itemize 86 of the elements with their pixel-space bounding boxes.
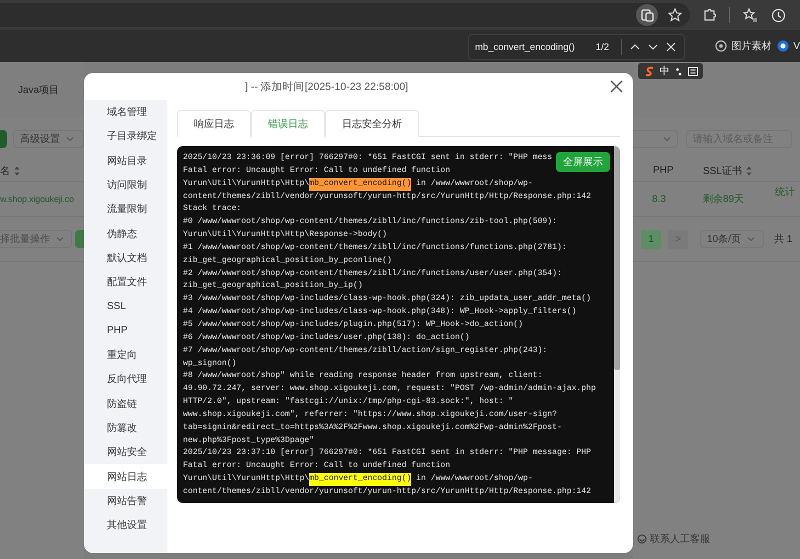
log-line: Stack trace: xyxy=(183,203,242,216)
sort-icon[interactable] xyxy=(746,166,752,176)
log-line: content/themes/zibll/vendor/yurunsoft/yurun-http/src/YurunHttp/Http/Response.php:142 xyxy=(183,486,591,498)
caret-icon xyxy=(663,136,671,142)
sort-icon[interactable] xyxy=(14,166,20,176)
nav-tab[interactable]: Java项目 xyxy=(18,83,60,97)
sidebar-item[interactable]: 子目录绑定 xyxy=(84,124,167,149)
log-line: wp_signon() xyxy=(183,358,236,370)
caret-icon xyxy=(66,136,74,142)
php-version: 8.3 xyxy=(652,194,667,204)
tab[interactable]: 响应日志 xyxy=(177,110,251,137)
history-icon[interactable] xyxy=(771,8,786,22)
punctuation-icon[interactable] xyxy=(674,66,682,76)
support-icon xyxy=(637,534,647,544)
sidebar-item[interactable]: 网站目录 xyxy=(84,148,167,173)
chevron-down-icon[interactable] xyxy=(648,43,658,51)
log-line: #7 /www/wwwroot/shop/wp-content/themes/zibll/action/sign_register.php(243): xyxy=(183,344,548,357)
log-line: #3 /www/wwwroot/shop/wp-includes/class-wp-hook.php(324): zib_updata_user_addr_meta() xyxy=(183,293,591,306)
sidebar-item[interactable]: 伪静态 xyxy=(84,221,167,246)
log-line: new.php%3Fpost_type%3Dpage" xyxy=(183,434,314,447)
log-line: Yurun\Util\YurunHttp\Http\Response->body() xyxy=(183,229,387,242)
input-mode-toggle[interactable]: 中 xyxy=(660,64,670,78)
log-line: in /www/wwwroot/shop/wp- xyxy=(415,473,533,486)
extension-icon[interactable] xyxy=(702,8,716,22)
ssl-status: 剩余89天 xyxy=(703,193,746,206)
column-header: PHP xyxy=(653,165,675,176)
search-highlight: mb_convert_encoding() xyxy=(309,473,412,486)
log-line: zib_get_geographical_position_by_ip() xyxy=(183,280,363,292)
log-line: #8 /www/wwwroot/shop" while reading response header from upstream, client: xyxy=(183,370,542,382)
scrollbar-thumb[interactable] xyxy=(614,146,620,370)
log-line: www.shop.xigoukeji.com", referrer: "https://www.shop.xigoukeji.com/user-sign? xyxy=(183,408,557,421)
log-line: Yurun\Util\YurunHttp\Http\ xyxy=(183,178,310,190)
globe-icon xyxy=(777,40,790,52)
address-field[interactable] xyxy=(0,3,690,27)
column-header: 名 xyxy=(0,164,10,178)
log-line: 49.90.72.247, server: www.shop.xigoukeji.com, request: "POST /wp-admin/admin-ajax.php xyxy=(183,383,596,396)
log-line: Fatal error: Uncaught Error: Call to undefined function xyxy=(183,460,450,472)
log-line: 2025/10/23 23:36:09 [error] 766297#0: *651 FastCGI sent in stderr: "PHP mess xyxy=(183,152,552,164)
ime-logo-icon[interactable] xyxy=(644,66,654,76)
sidebar-item[interactable]: 其他设置 xyxy=(84,513,167,538)
log-line: tab=signin&redirect_to=https%3A%2F%2Fwww.shop.xigoukeji.com%2Fwp-admin%2Fpost- xyxy=(183,422,562,434)
sidebar-item[interactable]: 访问限制 xyxy=(84,172,167,198)
find-field[interactable]: mb_convert_encoding() xyxy=(475,42,588,52)
bookmark-icon xyxy=(715,40,728,52)
dialog-title: ] -- 添加时间[2025-10-23 22:58:00] xyxy=(245,80,410,94)
sidebar-item[interactable]: 网站告警 xyxy=(84,488,167,514)
sidebar-item[interactable]: SSL xyxy=(84,294,167,319)
sidebar-item[interactable]: 默认文档 xyxy=(84,246,167,270)
reader-mode-icon[interactable] xyxy=(640,8,654,22)
log-line: Fatal error: Uncaught Error: Call to undefined function xyxy=(183,164,450,177)
sidebar-item[interactable]: 流量限制 xyxy=(84,197,167,222)
log-line: #1 /www/wwwroot/shop/wp-content/themes/zibll/inc/functions/functions.php(2781): xyxy=(183,242,567,254)
search-highlight: mb_convert_encoding() xyxy=(309,178,412,191)
log-line: Yurun\Util\YurunHttp\Http\ xyxy=(183,473,310,486)
sidebar-item[interactable]: 网站日志 xyxy=(84,464,167,489)
keyboard-icon[interactable] xyxy=(688,66,698,76)
sidebar-item[interactable]: 域名管理 xyxy=(84,100,167,124)
sidebar-item[interactable]: 防篡改 xyxy=(84,416,167,440)
favorites-icon[interactable] xyxy=(743,8,758,22)
log-line: in /www/wwwroot/shop/wp- xyxy=(415,178,533,190)
close-icon[interactable] xyxy=(610,80,623,93)
sidebar-item[interactable]: 网站安全 xyxy=(84,440,167,464)
sidebar-item[interactable]: 重定向 xyxy=(84,342,167,368)
log-line: content/themes/zibll/vendor/yurunsoft/yurun-http/src/YurunHttp/Http/Response.php:142 xyxy=(183,190,591,203)
tab[interactable]: 日志安全分析 xyxy=(325,110,419,137)
log-line: #4 /www/wwwroot/shop/wp-includes/class-wp-hook.php(348): WP_Hook->apply_filters() xyxy=(183,306,576,318)
log-line: #5 /www/wwwroot/shop/wp-includes/plugin.php(517): WP_Hook->do_action() xyxy=(183,318,523,331)
bookmark[interactable]: 图片素材 xyxy=(731,39,772,53)
sidebar-item[interactable]: 反向代理 xyxy=(84,367,167,392)
log-line: 2025/10/23 23:37:10 [error] 766297#0: *651 FastCGI sent in stderr: "PHP message: PHP xyxy=(183,447,591,460)
chevron-up-icon[interactable] xyxy=(630,43,640,51)
log-line: #6 /www/wwwroot/shop/wp-includes/user.php(138): do_action() xyxy=(183,332,470,344)
caret-icon xyxy=(746,236,755,242)
sidebar-item[interactable]: 防盗链 xyxy=(84,392,167,416)
log-line: #2 /www/wwwroot/shop/wp-content/themes/zibll/inc/functions/user/user.php(354): xyxy=(183,268,562,280)
log-line: zib_get_geographical_position_by_pconline() xyxy=(183,254,392,267)
caret-icon xyxy=(56,236,64,242)
sidebar-item[interactable]: PHP xyxy=(84,318,167,343)
log-line: HTTP/2.0", upstream: "fastcgi://unix:/tmp/php-cgi-83.sock:", host: " xyxy=(183,396,514,408)
log-line: #0 /www/wwwroot/shop/wp-content/themes/zibll/inc/functions/zib-tool.php(509): xyxy=(183,216,557,228)
bookmark[interactable]: V xyxy=(793,40,800,52)
total-count: 共 1 xyxy=(774,232,792,246)
match-count: 1/2 xyxy=(596,42,609,52)
sidebar-item[interactable]: 配置文件 xyxy=(84,270,167,294)
star-icon[interactable] xyxy=(668,8,682,22)
column-header: SSL证书 xyxy=(703,164,742,178)
